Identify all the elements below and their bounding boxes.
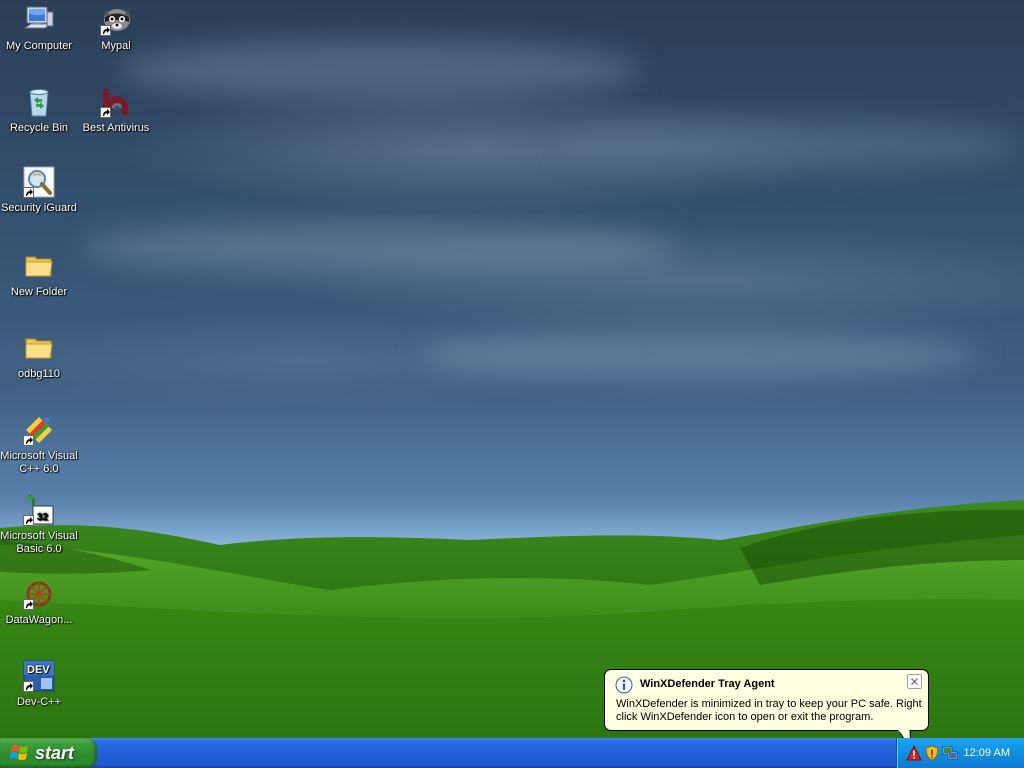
svg-text:DEV: DEV — [27, 664, 50, 676]
desktop-icon-best-antivirus[interactable]: Best Antivirus — [77, 86, 155, 135]
close-icon — [911, 678, 918, 685]
desktop-icon-recycle-bin[interactable]: Recycle Bin — [0, 86, 78, 135]
desktop-icon-label: Security iGuard — [1, 202, 77, 214]
desktop-icon-dev-cpp[interactable]: DEV Dev-C++ — [0, 660, 78, 709]
desktop-icon-label: Microsoft Visual Basic 6.0 — [0, 530, 78, 555]
desktop-icon-new-folder[interactable]: New Folder — [0, 250, 78, 299]
folder-icon — [23, 332, 55, 364]
desktop-icon-label: odbg110 — [17, 368, 60, 380]
desktop-icon-visual-basic[interactable]: 32 Microsoft Visual Basic 6.0 — [0, 494, 78, 556]
desktop-icon-label: New Folder — [10, 286, 68, 298]
desktop-icon-label: Dev-C++ — [16, 696, 62, 708]
desktop-icon-label: Microsoft Visual C++ 6.0 — [0, 450, 78, 475]
shortcut-arrow-icon — [23, 681, 34, 692]
warning-icon[interactable] — [906, 744, 922, 761]
balloon-close-button[interactable] — [907, 674, 922, 689]
folder-icon — [23, 250, 55, 282]
datawagon-icon — [23, 578, 55, 610]
desktop-icon-odbg110[interactable]: odbg110 — [0, 332, 78, 381]
system-tray: 12:09 AM — [896, 738, 1024, 768]
desktop-icon-label: Best Antivirus — [82, 122, 150, 134]
desktop-icon-label: My Computer — [5, 40, 73, 52]
visual-basic-icon: 32 — [23, 494, 55, 526]
windows-logo-icon — [10, 745, 28, 760]
desktop-icon-my-computer[interactable]: My Computer — [0, 4, 78, 53]
balloon-title: WinXDefender Tray Agent — [640, 678, 775, 690]
desktop-icon-label: Mypal — [101, 40, 131, 52]
security-shield-icon[interactable] — [924, 745, 940, 761]
svg-text:32: 32 — [37, 512, 49, 523]
network-icon[interactable] — [942, 745, 958, 761]
desktop-icon-security-iguard[interactable]: Security iGuard — [0, 166, 78, 215]
shortcut-arrow-icon — [100, 107, 111, 118]
desktop-icon-label: Recycle Bin — [9, 122, 69, 134]
start-label: start — [35, 742, 75, 763]
start-button[interactable]: start — [0, 738, 97, 768]
visual-cpp-icon — [23, 414, 55, 446]
desktop-icon-mypal[interactable]: Mypal — [77, 4, 155, 53]
desktop-icon-visual-cpp[interactable]: Microsoft Visual C++ 6.0 — [0, 414, 78, 476]
recycle-bin-icon — [23, 86, 55, 118]
shortcut-arrow-icon — [23, 435, 34, 446]
my-computer-icon — [23, 4, 55, 36]
taskbar: start 12:09 AM — [0, 738, 1024, 768]
shortcut-arrow-icon — [100, 25, 111, 36]
dev-cpp-icon: DEV — [23, 660, 55, 692]
info-icon — [615, 676, 633, 697]
desktop-icon-datawagon[interactable]: DataWagon... — [0, 578, 78, 627]
best-antivirus-icon — [100, 86, 132, 118]
desktop-icon-label: DataWagon... — [5, 614, 73, 626]
shortcut-arrow-icon — [23, 599, 34, 610]
tray-balloon-notification[interactable]: WinXDefender Tray Agent WinXDefender is … — [604, 669, 929, 731]
shortcut-arrow-icon — [23, 187, 34, 198]
security-iguard-icon — [23, 166, 55, 198]
balloon-message: WinXDefender is minimized in tray to kee… — [616, 698, 922, 723]
shortcut-arrow-icon — [23, 515, 34, 526]
mypal-icon — [100, 4, 132, 36]
clock[interactable]: 12:09 AM — [964, 747, 1010, 759]
